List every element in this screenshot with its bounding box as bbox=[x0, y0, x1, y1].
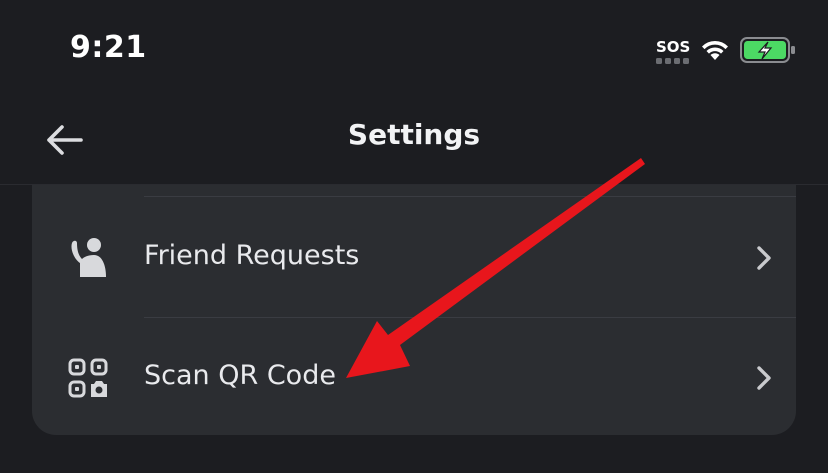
sos-indicator: SOS bbox=[656, 38, 691, 56]
signal-dots-icon bbox=[656, 58, 689, 64]
person-wave-icon bbox=[71, 238, 106, 277]
row-label-scan-qr-code: Scan QR Code bbox=[144, 360, 336, 391]
battery-charging-icon bbox=[740, 37, 795, 63]
row-label-friend-requests: Friend Requests bbox=[144, 240, 360, 271]
settings-row-friend-requests[interactable]: Friend Requests bbox=[32, 198, 796, 316]
back-button[interactable] bbox=[36, 118, 92, 162]
arrow-left-icon bbox=[47, 125, 83, 155]
chevron-right-icon bbox=[757, 366, 771, 390]
page-title: Settings bbox=[347, 118, 481, 151]
status-time: 9:21 bbox=[70, 30, 147, 65]
chevron-right-icon bbox=[757, 246, 771, 270]
wifi-icon bbox=[702, 40, 728, 60]
row-divider bbox=[144, 196, 796, 197]
status-bar: 9:21 SOS bbox=[0, 0, 828, 96]
qr-scan-icon bbox=[68, 358, 108, 398]
settings-row-scan-qr-code[interactable]: Scan QR Code bbox=[32, 318, 796, 436]
